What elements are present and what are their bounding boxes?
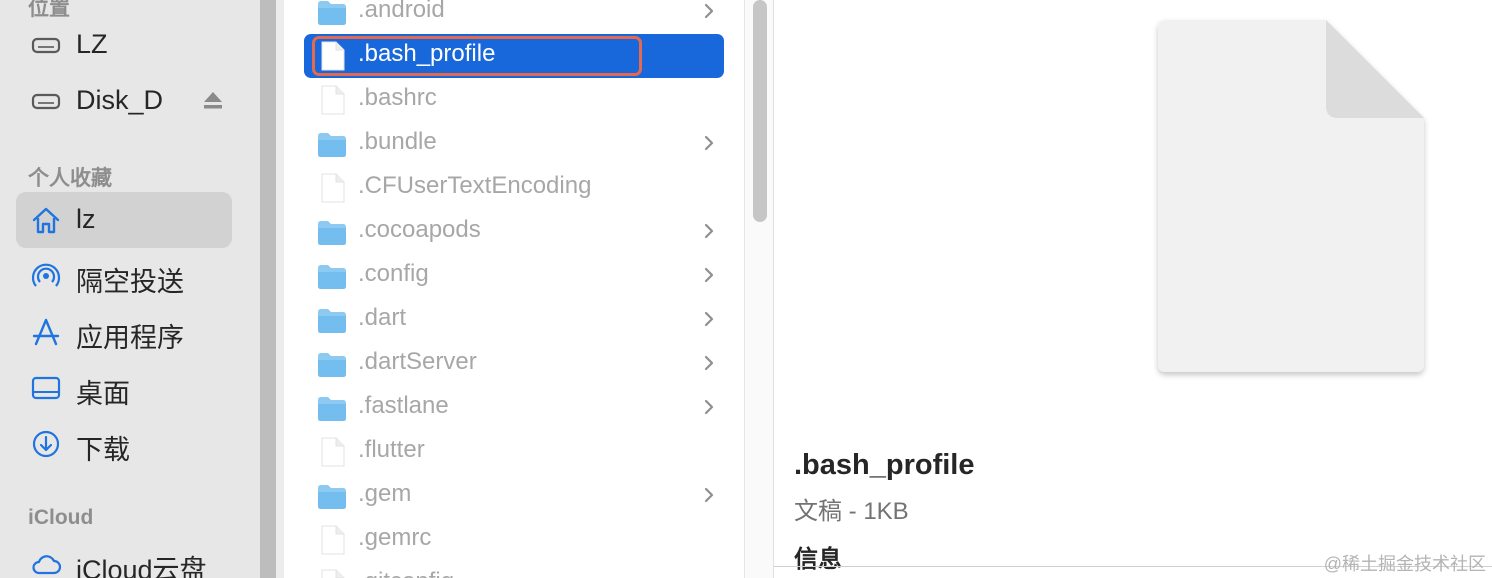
- sidebar-item-lz-drive[interactable]: LZ: [16, 17, 232, 73]
- folder-icon: [316, 260, 348, 292]
- file-name: .cocoapods: [358, 216, 481, 243]
- folder-icon: [316, 392, 348, 424]
- sidebar-item-disk-d[interactable]: Disk_D: [16, 73, 232, 129]
- chevron-right-icon: [702, 352, 716, 374]
- sidebar-item-label: LZ: [76, 29, 108, 59]
- chevron-right-icon: [702, 484, 716, 506]
- file-name: .gem: [358, 480, 412, 507]
- sidebar-item-label: iCloud云盘: [76, 555, 207, 578]
- document-preview-icon: [1146, 14, 1430, 384]
- sidebar-item-icloud-drive[interactable]: iCloud云盘: [16, 536, 232, 578]
- folder-row[interactable]: .gem: [304, 474, 724, 518]
- preview-file-meta: 文稿 - 1KB: [794, 498, 909, 525]
- drive-icon: [30, 30, 62, 60]
- preview-pane: .bash_profile 文稿 - 1KB 信息 @稀土掘金技术社区: [774, 0, 1492, 578]
- file-name: .android: [358, 0, 445, 23]
- file-row[interactable]: .gemrc: [304, 518, 724, 562]
- document-icon: [316, 84, 348, 116]
- sidebar-item-downloads[interactable]: 下载: [16, 416, 232, 472]
- file-name: .gitconfig: [358, 568, 454, 578]
- file-row[interactable]: .bashrc: [304, 78, 724, 122]
- sidebar-item-airdrop[interactable]: 隔空投送: [16, 248, 232, 304]
- document-icon: [316, 524, 348, 556]
- scrollbar-thumb[interactable]: [753, 0, 767, 222]
- file-name: .dartServer: [358, 348, 477, 375]
- folder-row[interactable]: .config: [304, 254, 724, 298]
- file-list-column: .android .bash_profile .bashrc .bundle .CFUs…: [284, 0, 744, 578]
- file-row[interactable]: .CFUserTextEncoding: [304, 166, 724, 210]
- drive-icon: [30, 86, 62, 116]
- file-name: .config: [358, 260, 429, 287]
- file-name: .dart: [358, 304, 407, 331]
- chevron-right-icon: [702, 308, 716, 330]
- file-name: .bundle: [358, 128, 437, 155]
- sidebar-item-desktop[interactable]: 桌面: [16, 360, 232, 416]
- chevron-right-icon: [702, 220, 716, 242]
- folder-icon: [316, 0, 348, 28]
- home-icon: [30, 205, 62, 235]
- folder-icon: [316, 480, 348, 512]
- chevron-right-icon: [702, 132, 716, 154]
- folder-row[interactable]: .fastlane: [304, 386, 724, 430]
- highlight-outline: [312, 36, 642, 76]
- sidebar-item-label: 应用程序: [76, 323, 184, 353]
- sidebar-item-applications[interactable]: 应用程序: [16, 304, 232, 360]
- folder-icon: [316, 348, 348, 380]
- sidebar-divider[interactable]: [260, 0, 276, 578]
- desktop-icon: [30, 373, 62, 403]
- file-name: .bashrc: [358, 84, 437, 111]
- sidebar: 位置 LZ Disk_D 个人收藏 lz 隔空投送 应用程序 桌面 下载 iCl…: [0, 0, 260, 578]
- airdrop-icon: [30, 261, 62, 291]
- sidebar-item-home[interactable]: lz: [16, 192, 232, 248]
- downloads-icon: [30, 429, 62, 459]
- sidebar-item-label: 桌面: [76, 379, 130, 409]
- folder-row[interactable]: .dart: [304, 298, 724, 342]
- column-divider: [276, 0, 284, 578]
- file-row[interactable]: .bash_profile: [304, 34, 724, 78]
- file-name: .gemrc: [358, 524, 432, 551]
- folder-icon: [316, 216, 348, 248]
- finder-window: 位置 LZ Disk_D 个人收藏 lz 隔空投送 应用程序 桌面 下载 iCl…: [0, 0, 1492, 578]
- sidebar-heading-icloud: iCloud: [28, 506, 94, 529]
- column-scrollbar[interactable]: [744, 0, 774, 578]
- folder-row[interactable]: .android: [304, 0, 724, 34]
- preview-info-heading: 信息: [794, 546, 842, 573]
- file-row[interactable]: .gitconfig: [304, 562, 724, 578]
- eject-icon[interactable]: [202, 89, 224, 111]
- document-icon: [316, 436, 348, 468]
- sidebar-item-label: 隔空投送: [76, 267, 184, 297]
- document-icon: [316, 172, 348, 204]
- folder-row[interactable]: .bundle: [304, 122, 724, 166]
- chevron-right-icon: [702, 396, 716, 418]
- chevron-right-icon: [702, 264, 716, 286]
- sidebar-item-label: Disk_D: [76, 85, 164, 115]
- folder-row[interactable]: .cocoapods: [304, 210, 724, 254]
- file-name: .fastlane: [358, 392, 449, 419]
- watermark: @稀土掘金技术社区: [1323, 554, 1486, 574]
- file-row[interactable]: .flutter: [304, 430, 724, 474]
- folder-row[interactable]: .dartServer: [304, 342, 724, 386]
- file-name: .CFUserTextEncoding: [358, 172, 592, 199]
- folder-icon: [316, 304, 348, 336]
- sidebar-item-label: 下载: [76, 435, 130, 465]
- file-name: .flutter: [358, 436, 425, 463]
- sidebar-item-label: lz: [76, 204, 96, 234]
- document-icon: [316, 568, 348, 578]
- preview-file-name: .bash_profile: [794, 449, 975, 481]
- cloud-icon: [30, 549, 62, 578]
- chevron-right-icon: [702, 0, 716, 22]
- applications-icon: [30, 317, 62, 347]
- sidebar-heading-favorites: 个人收藏: [28, 167, 112, 190]
- folder-icon: [316, 128, 348, 160]
